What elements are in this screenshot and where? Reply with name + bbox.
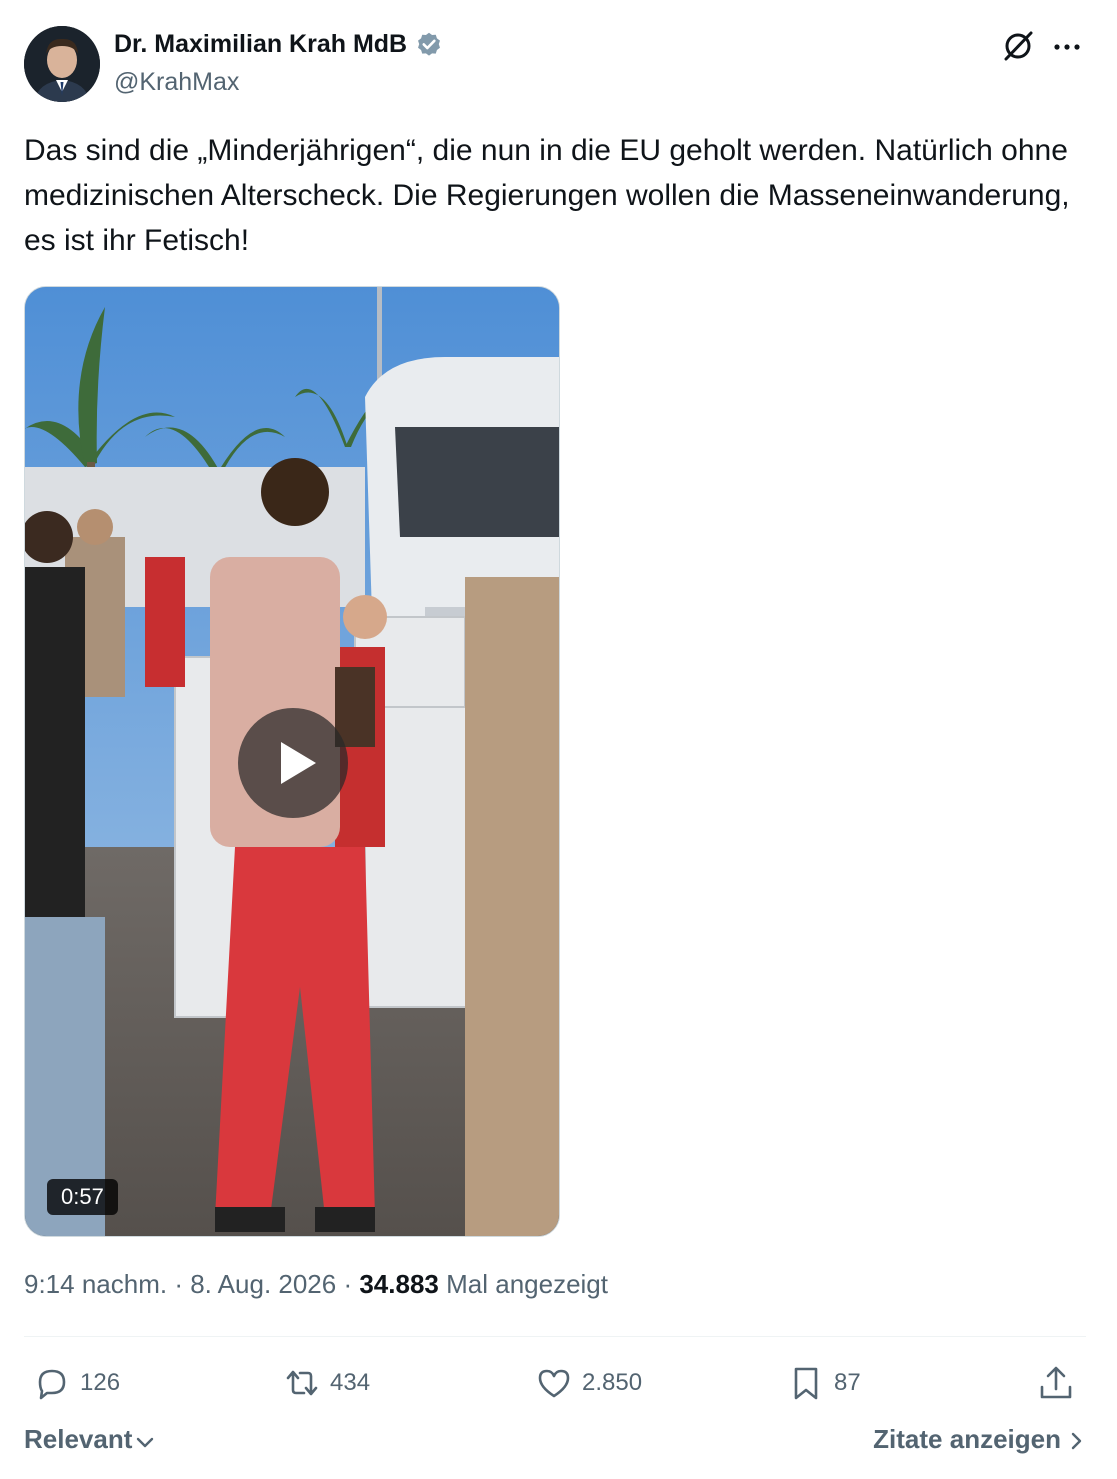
bookmark-icon xyxy=(794,1367,818,1400)
tweet-text: Das sind die „Minderjährigen“, die nun i… xyxy=(24,134,1070,257)
reply-count: 126 xyxy=(80,1369,121,1396)
view-quotes-link[interactable]: Zitate anzeigen xyxy=(873,1424,1087,1455)
repost-icon xyxy=(286,1370,318,1396)
play-button[interactable] xyxy=(238,708,348,818)
sort-label: Relevant xyxy=(24,1424,133,1454)
divider xyxy=(24,1336,1086,1337)
grok-icon[interactable] xyxy=(1000,28,1036,64)
heart-icon xyxy=(538,1369,570,1398)
tweet-time[interactable]: 9:14 nachm. xyxy=(24,1269,167,1299)
bookmark-count: 87 xyxy=(834,1369,861,1396)
author-name[interactable]: Dr. Maximilian Krah MdB xyxy=(114,30,407,59)
meta-separator: · xyxy=(336,1269,360,1299)
repost-button[interactable]: 434 xyxy=(282,1360,370,1406)
repost-count: 434 xyxy=(330,1369,371,1396)
reply-icon xyxy=(38,1369,66,1400)
more-options-icon[interactable] xyxy=(1050,30,1084,64)
author-handle[interactable]: @KrahMax xyxy=(114,68,239,97)
like-button[interactable]: 2.850 xyxy=(534,1360,642,1406)
views-count: 34.883 xyxy=(359,1269,439,1299)
tweet-date[interactable]: 8. Aug. 2026 xyxy=(190,1269,336,1299)
share-button[interactable] xyxy=(1036,1360,1076,1406)
avatar[interactable] xyxy=(24,26,100,102)
share-icon xyxy=(1040,1366,1072,1399)
video-player[interactable]: 0:57 xyxy=(24,286,560,1237)
meta-separator: · xyxy=(167,1269,191,1299)
action-bar: 126 434 2.850 87 xyxy=(24,1360,1086,1406)
avatar-image xyxy=(24,26,100,102)
video-duration-badge: 0:57 xyxy=(47,1179,118,1215)
tweet-meta: 9:14 nachm. · 8. Aug. 2026 · 34.883 Mal … xyxy=(24,1269,608,1300)
reply-button[interactable]: 126 xyxy=(32,1360,120,1406)
tweet-header: Dr. Maximilian Krah MdB @KrahMax xyxy=(24,26,1094,102)
chevron-down-icon xyxy=(137,1437,154,1447)
chevron-right-icon xyxy=(1071,1432,1082,1450)
play-icon xyxy=(281,742,316,784)
bookmark-button[interactable]: 87 xyxy=(786,1360,861,1406)
view-quotes-label: Zitate anzeigen xyxy=(873,1424,1061,1454)
views-label: Mal angezeigt xyxy=(446,1269,608,1299)
sort-dropdown[interactable]: Relevant xyxy=(24,1424,156,1455)
verified-badge-icon xyxy=(418,32,441,56)
like-count: 2.850 xyxy=(582,1369,643,1396)
